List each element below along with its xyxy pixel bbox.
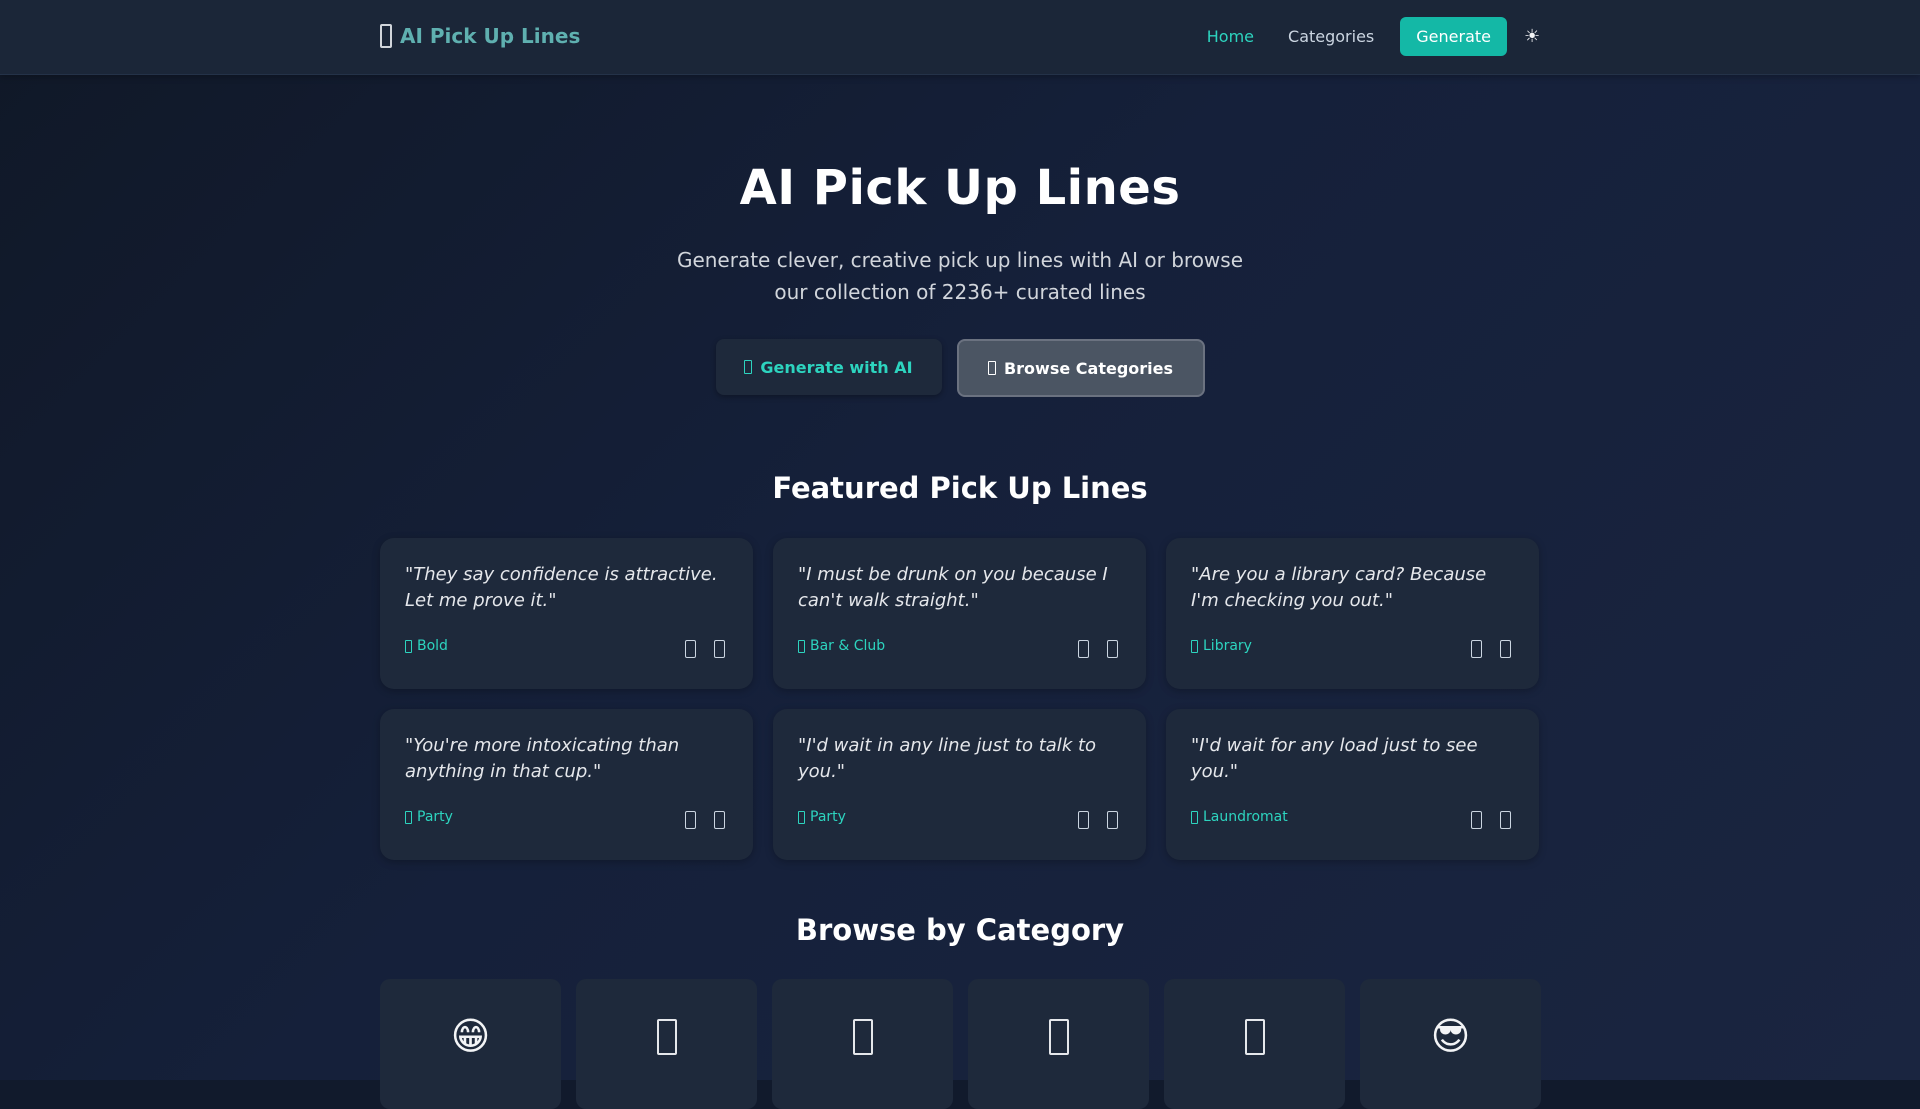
share-icon[interactable] [714, 640, 725, 658]
pickup-line-text: "Are you a library card? Because I'm che… [1191, 564, 1487, 611]
top-navbar: AI Pick Up Lines Home Categories Generat… [0, 0, 1920, 75]
category-icon [1244, 1019, 1265, 1055]
category-icon [1048, 1019, 1069, 1055]
copy-icon[interactable] [685, 640, 696, 658]
category-icon [798, 810, 805, 824]
category-card[interactable]: 😁 [380, 979, 561, 1109]
brand-logo-link[interactable]: AI Pick Up Lines [380, 24, 580, 48]
category-grid: 😁 😎 [380, 979, 1541, 1109]
pickup-line-text: "You're more intoxicating than anything … [405, 735, 680, 782]
pickup-line-card: "They say confidence is attractive. Let … [380, 538, 753, 689]
share-icon[interactable] [1107, 811, 1118, 829]
hero-title: AI Pick Up Lines [739, 160, 1181, 216]
card-actions [685, 811, 725, 829]
category-tag[interactable]: Library [1191, 638, 1252, 654]
pickup-line-text: "I'd wait in any line just to talk to yo… [798, 735, 1097, 782]
theme-toggle-sun-icon[interactable]: ☀ [1524, 26, 1542, 47]
category-icon [656, 1019, 677, 1055]
pickup-line-card: "I'd wait for any load just to see you."… [1166, 709, 1539, 860]
category-icon [798, 639, 805, 653]
featured-section-title: Featured Pick Up Lines [772, 471, 1148, 505]
browse-categories-button[interactable]: Browse Categories [956, 339, 1205, 397]
pickup-line-card: "I'd wait in any line just to talk to yo… [773, 709, 1146, 860]
copy-icon[interactable] [1471, 811, 1482, 829]
pickup-line-text: "I must be drunk on you because I can't … [798, 564, 1108, 611]
nav-home-link[interactable]: Home [1190, 17, 1271, 56]
pickup-line-text: "I'd wait for any load just to see you." [1191, 735, 1478, 782]
copy-icon[interactable] [1078, 640, 1089, 658]
category-tag[interactable]: Bar & Club [798, 638, 885, 654]
hero-subtitle: Generate clever, creative pick up lines … [676, 248, 1244, 304]
category-card[interactable] [772, 979, 953, 1109]
nav-categories-link[interactable]: Categories [1271, 17, 1391, 56]
copy-icon[interactable] [685, 811, 696, 829]
category-tag-label: Bold [417, 638, 448, 654]
category-tag[interactable]: Bold [405, 638, 448, 654]
card-actions [685, 640, 725, 658]
pickup-line-card: "Are you a library card? Because I'm che… [1166, 538, 1539, 689]
category-tag-label: Bar & Club [810, 638, 886, 654]
share-icon[interactable] [714, 811, 725, 829]
category-tag[interactable]: Laundromat [1191, 809, 1288, 825]
category-tag-label: Laundromat [1203, 809, 1288, 825]
sunglasses-face-icon: 😎 [1430, 1014, 1471, 1058]
main-nav: Home Categories Generate ☀ [1190, 17, 1542, 56]
generate-with-ai-button[interactable]: Generate with AI [715, 339, 942, 395]
featured-cards-grid: "They say confidence is attractive. Let … [380, 538, 1540, 860]
category-tag-label: Library [1203, 638, 1252, 654]
category-icon [405, 639, 412, 653]
copy-icon[interactable] [1471, 640, 1482, 658]
browse-section-title: Browse by Category [795, 913, 1125, 947]
card-actions [1471, 640, 1511, 658]
category-card[interactable]: 😎 [1360, 979, 1541, 1109]
category-tag-label: Party [417, 809, 453, 825]
brand-title: AI Pick Up Lines [400, 24, 581, 48]
brand-icon [380, 24, 392, 48]
nav-generate-button[interactable]: Generate [1400, 17, 1507, 56]
card-actions [1078, 640, 1118, 658]
category-tag[interactable]: Party [798, 809, 846, 825]
browse-categories-label: Browse Categories [1003, 358, 1174, 378]
sparkle-icon [744, 360, 753, 374]
hero-buttons: Generate with AI Browse Categories [0, 339, 1920, 397]
card-actions [1471, 811, 1511, 829]
share-icon[interactable] [1107, 640, 1118, 658]
category-card[interactable] [1164, 979, 1345, 1109]
pickup-line-card: "I must be drunk on you because I can't … [773, 538, 1146, 689]
share-icon[interactable] [1500, 811, 1511, 829]
pickup-line-card: "You're more intoxicating than anything … [380, 709, 753, 860]
hero-section: AI Pick Up Lines Generate clever, creati… [0, 160, 1920, 397]
copy-icon[interactable] [1078, 811, 1089, 829]
category-icon [1191, 639, 1198, 653]
share-icon[interactable] [1500, 640, 1511, 658]
category-card[interactable] [968, 979, 1149, 1109]
folder-icon [987, 361, 996, 375]
category-icon [1191, 810, 1198, 824]
card-actions [1078, 811, 1118, 829]
category-card[interactable] [576, 979, 757, 1109]
category-tag-label: Party [810, 809, 846, 825]
category-tag[interactable]: Party [405, 809, 453, 825]
category-icon [852, 1019, 873, 1055]
generate-with-ai-label: Generate with AI [760, 357, 913, 377]
category-icon [405, 810, 412, 824]
pickup-line-text: "They say confidence is attractive. Let … [405, 564, 718, 611]
grinning-face-icon: 😁 [450, 1014, 491, 1058]
